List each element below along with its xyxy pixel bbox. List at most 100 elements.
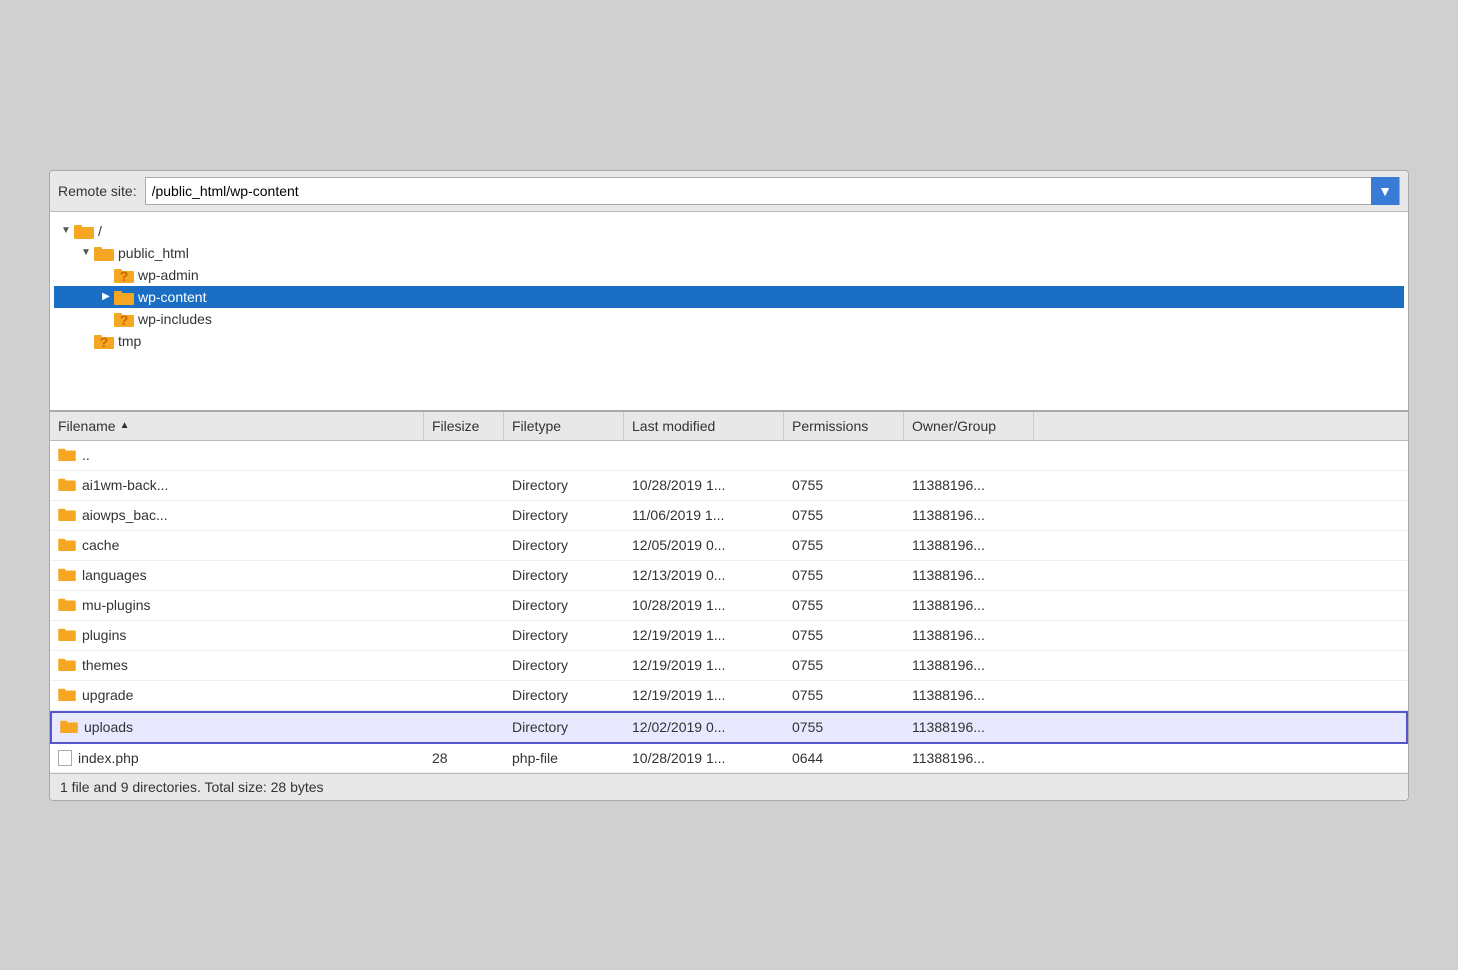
file-cell-extra (1034, 501, 1408, 530)
file-cell-size (424, 471, 504, 500)
file-row[interactable]: languages Directory 12/13/2019 0... 0755… (50, 561, 1408, 591)
file-cell-extra (1034, 651, 1408, 680)
file-icon-folder (58, 477, 76, 494)
file-name: mu-plugins (82, 597, 150, 613)
toggle-arrow-root (58, 225, 74, 236)
file-cell-name: mu-plugins (50, 591, 424, 620)
file-cell-size (424, 441, 504, 470)
file-cell-owner: 11388196... (904, 501, 1034, 530)
file-cell-type: Directory (504, 561, 624, 590)
file-cell-type: Directory (504, 681, 624, 710)
remote-site-input[interactable] (146, 181, 1371, 201)
file-cell-owner: 11388196... (904, 561, 1034, 590)
file-list-header: Filename ▲ Filesize Filetype Last modifi… (50, 412, 1408, 441)
file-cell-modified: 10/28/2019 1... (624, 471, 784, 500)
folder-icon-root (74, 223, 94, 239)
file-cell-size (424, 713, 504, 742)
file-icon-folder (58, 657, 76, 674)
tree-label-root: / (98, 223, 102, 239)
tree-item-public-html[interactable]: public_html (54, 242, 1404, 264)
tree-label-wp-includes: wp-includes (138, 311, 212, 327)
file-cell-size (424, 531, 504, 560)
file-cell-modified (624, 441, 784, 470)
file-cell-name: cache (50, 531, 424, 560)
folder-icon-wp-admin: ? (114, 267, 134, 283)
col-label-last-modified: Last modified (632, 418, 715, 434)
file-name: cache (82, 537, 119, 553)
file-cell-perms: 0755 (784, 561, 904, 590)
remote-site-dropdown-button[interactable]: ▼ (1371, 177, 1399, 205)
file-cell-name: uploads (52, 713, 424, 742)
status-text: 1 file and 9 directories. Total size: 28… (60, 779, 324, 795)
file-cell-extra (1034, 441, 1408, 470)
file-cell-type: php-file (504, 744, 624, 772)
file-icon-folder (60, 719, 78, 736)
col-header-permissions[interactable]: Permissions (784, 412, 904, 440)
file-cell-size (424, 681, 504, 710)
file-cell-owner: 11388196... (904, 621, 1034, 650)
folder-icon-wp-content (114, 289, 134, 305)
file-cell-extra (1034, 561, 1408, 590)
folder-icon-tmp: ? (94, 333, 114, 349)
file-cell-size (424, 501, 504, 530)
tree-item-wp-content[interactable]: wp-content (54, 286, 1404, 308)
file-cell-type: Directory (504, 531, 624, 560)
file-cell-size: 28 (424, 744, 504, 772)
file-row[interactable]: plugins Directory 12/19/2019 1... 0755 1… (50, 621, 1408, 651)
tree-label-wp-content: wp-content (138, 289, 206, 305)
file-row[interactable]: themes Directory 12/19/2019 1... 0755 11… (50, 651, 1408, 681)
col-header-owner-group[interactable]: Owner/Group (904, 412, 1034, 440)
tree-item-wp-includes[interactable]: ? wp-includes (54, 308, 1404, 330)
file-icon-folder (58, 507, 76, 524)
file-name: uploads (84, 719, 133, 735)
file-cell-owner: 11388196... (904, 681, 1034, 710)
file-cell-perms: 0755 (784, 591, 904, 620)
col-header-last-modified[interactable]: Last modified (624, 412, 784, 440)
col-header-filetype[interactable]: Filetype (504, 412, 624, 440)
tree-item-wp-admin[interactable]: ? wp-admin (54, 264, 1404, 286)
file-row[interactable]: index.php 28 php-file 10/28/2019 1... 06… (50, 744, 1408, 773)
file-cell-modified: 12/13/2019 0... (624, 561, 784, 590)
file-cell-type: Directory (504, 591, 624, 620)
file-row[interactable]: .. (50, 441, 1408, 471)
file-list-panel: Filename ▲ Filesize Filetype Last modifi… (50, 412, 1408, 773)
file-name: aiowps_bac... (82, 507, 168, 523)
file-cell-extra (1034, 713, 1406, 742)
tree-panel: / public_html ? wp-admin (50, 212, 1408, 412)
file-row[interactable]: mu-plugins Directory 10/28/2019 1... 075… (50, 591, 1408, 621)
file-cell-extra (1034, 744, 1408, 772)
remote-site-input-wrapper: ▼ (145, 177, 1400, 205)
tree-item-root[interactable]: / (54, 220, 1404, 242)
svg-text:?: ? (120, 268, 129, 283)
folder-icon-public-html (94, 245, 114, 261)
file-row[interactable]: upgrade Directory 12/19/2019 1... 0755 1… (50, 681, 1408, 711)
col-label-filename: Filename (58, 418, 116, 434)
file-cell-modified: 12/19/2019 1... (624, 681, 784, 710)
file-cell-name: upgrade (50, 681, 424, 710)
file-cell-modified: 12/02/2019 0... (624, 713, 784, 742)
file-cell-extra (1034, 471, 1408, 500)
col-label-filetype: Filetype (512, 418, 561, 434)
file-icon-folder (58, 567, 76, 584)
file-cell-size (424, 561, 504, 590)
file-cell-extra (1034, 531, 1408, 560)
col-header-filesize[interactable]: Filesize (424, 412, 504, 440)
file-row[interactable]: uploads Directory 12/02/2019 0... 0755 1… (50, 711, 1408, 744)
tree-item-tmp[interactable]: ? tmp (54, 330, 1404, 352)
file-row[interactable]: ai1wm-back... Directory 10/28/2019 1... … (50, 471, 1408, 501)
file-cell-owner: 11388196... (904, 471, 1034, 500)
file-cell-owner: 11388196... (904, 591, 1034, 620)
file-cell-extra (1034, 591, 1408, 620)
file-cell-size (424, 651, 504, 680)
file-cell-perms (784, 441, 904, 470)
file-cell-modified: 10/28/2019 1... (624, 591, 784, 620)
file-cell-modified: 12/19/2019 1... (624, 651, 784, 680)
file-cell-perms: 0755 (784, 621, 904, 650)
file-cell-type: Directory (504, 471, 624, 500)
file-row[interactable]: cache Directory 12/05/2019 0... 0755 113… (50, 531, 1408, 561)
col-header-filename[interactable]: Filename ▲ (50, 412, 424, 440)
folder-icon-wp-includes: ? (114, 311, 134, 327)
remote-site-bar: Remote site: ▼ (50, 171, 1408, 212)
file-cell-owner (904, 441, 1034, 470)
file-row[interactable]: aiowps_bac... Directory 11/06/2019 1... … (50, 501, 1408, 531)
